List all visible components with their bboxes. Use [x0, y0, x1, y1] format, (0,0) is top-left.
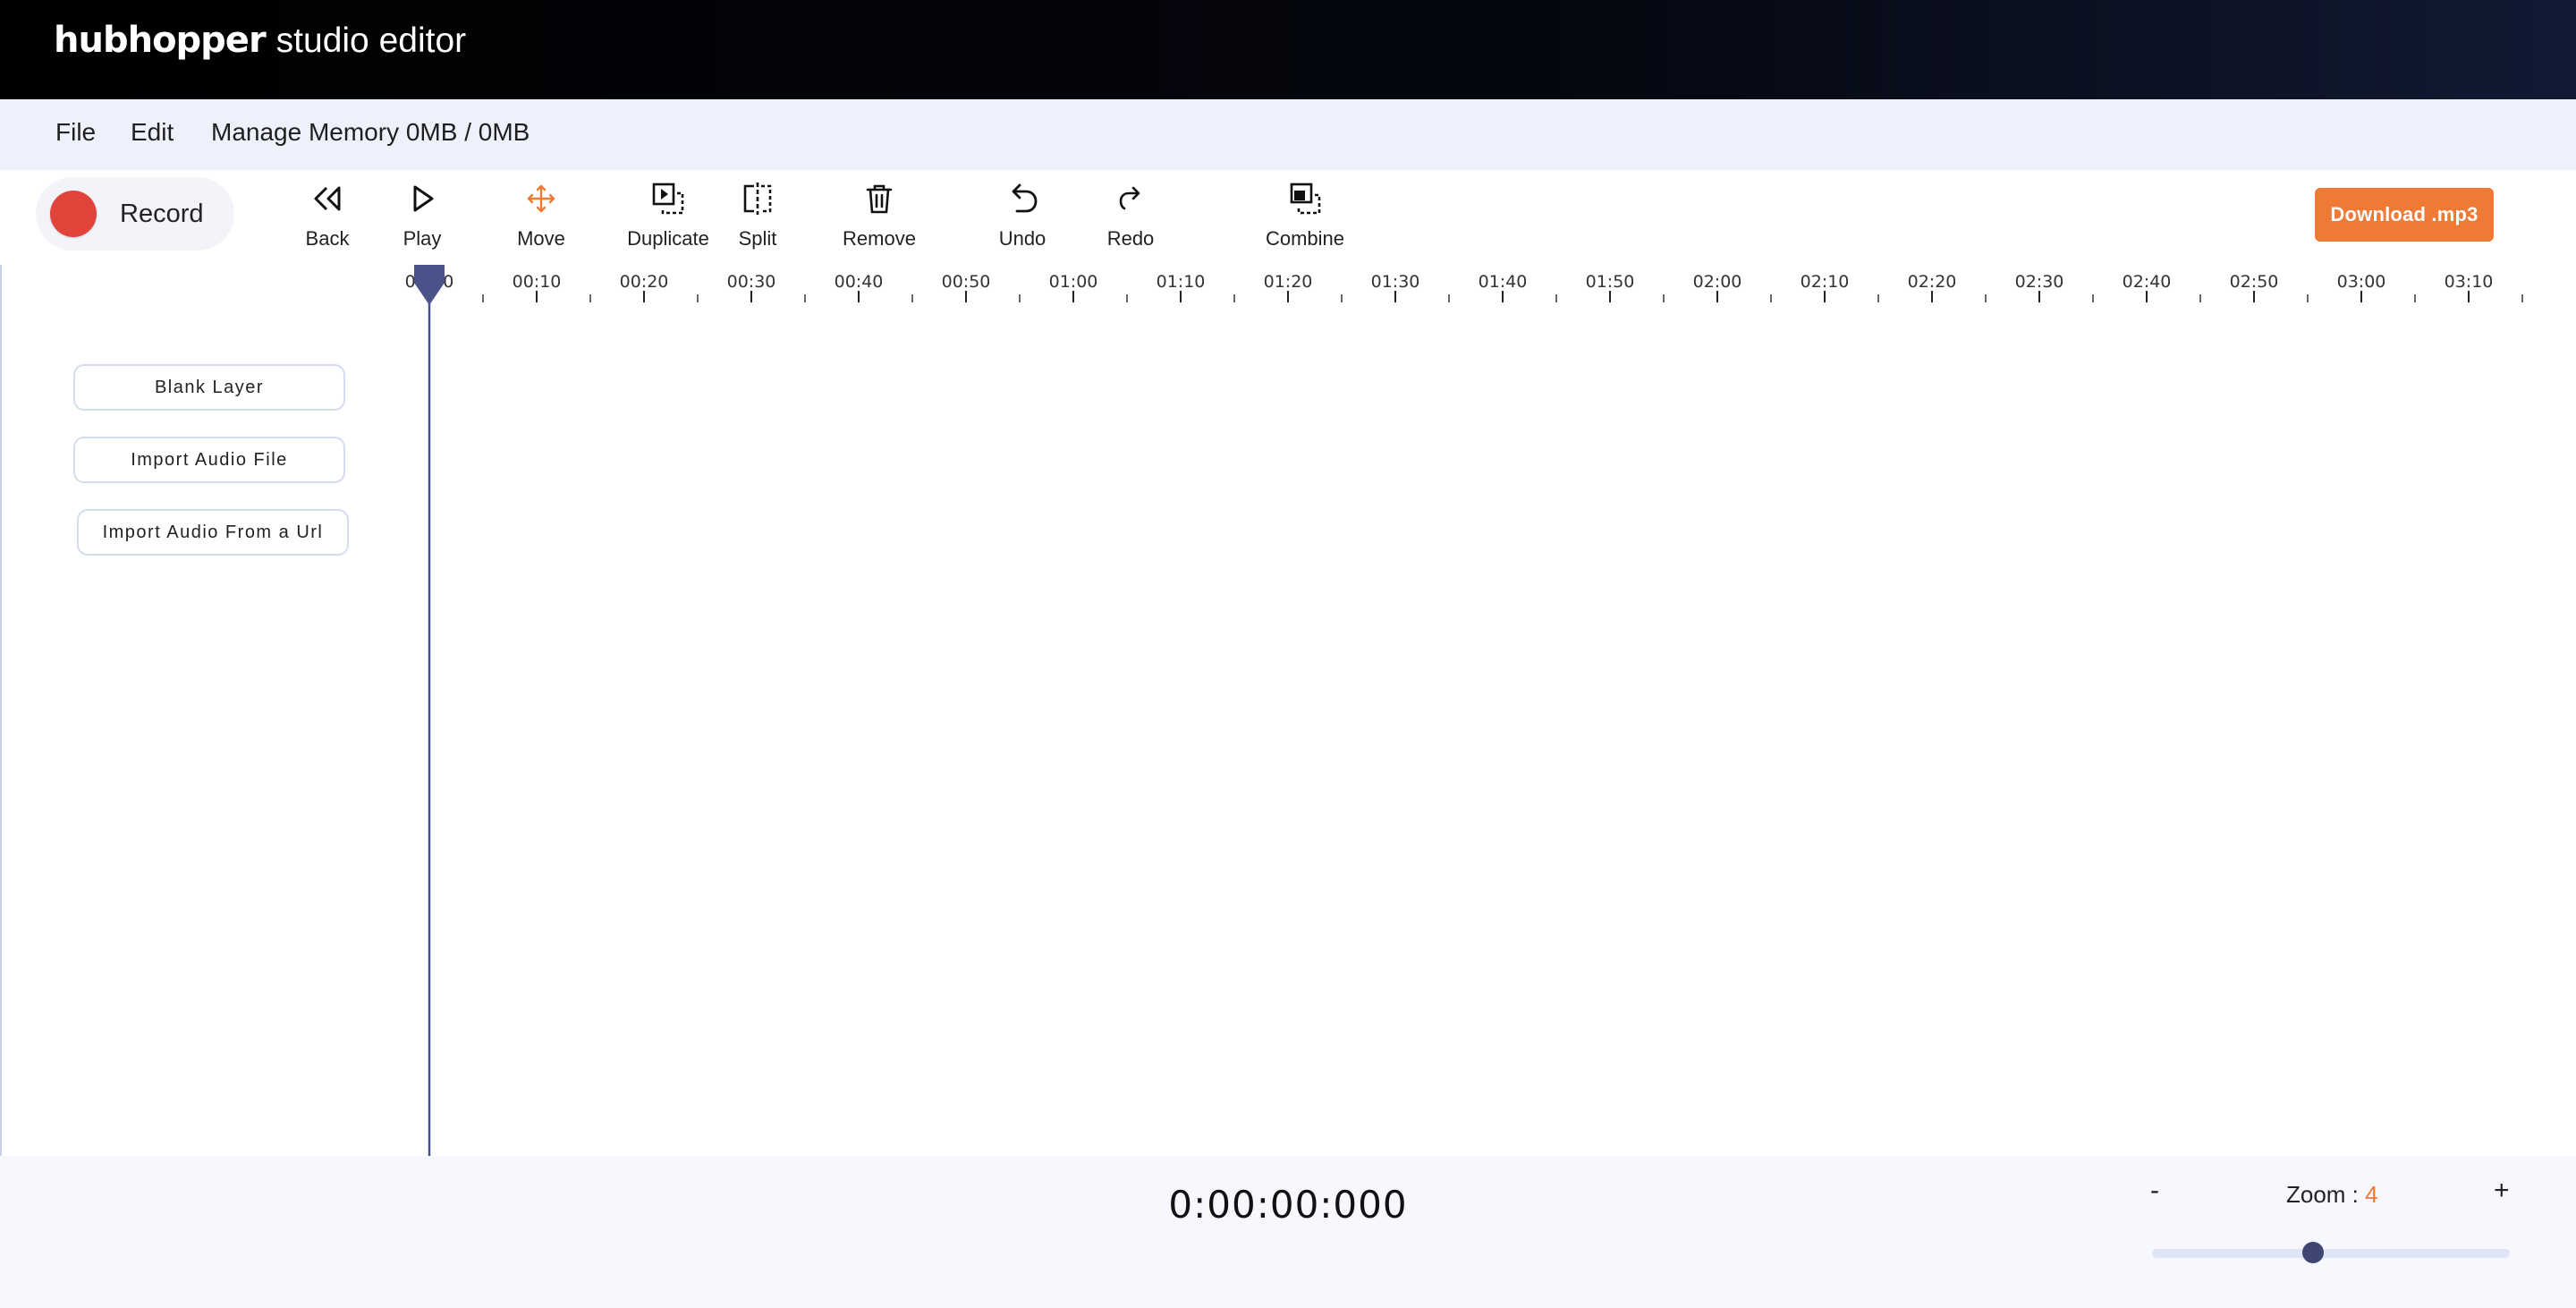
ruler-tick-label: 02:00 — [1693, 272, 1742, 292]
timeline: 00:0000:1000:2000:3000:4000:5001:0001:10… — [405, 265, 2523, 1156]
zoom-in-button[interactable]: + — [2494, 1176, 2510, 1206]
combine-label: Combine — [1265, 227, 1345, 250]
ruler-tick-label: 01:20 — [1264, 272, 1313, 292]
combine-button[interactable]: Combine — [1263, 179, 1347, 251]
workspace-left-border — [0, 265, 2, 1156]
download-mp3-button[interactable]: Download .mp3 — [2315, 188, 2494, 242]
menu-file[interactable]: File — [55, 116, 96, 149]
redo-button[interactable]: Redo — [1104, 179, 1157, 251]
ruler-tick-label: 00:50 — [942, 272, 991, 292]
move-icon — [527, 184, 555, 213]
zoom-value: 4 — [2365, 1181, 2378, 1208]
zoom-slider-thumb[interactable] — [2302, 1242, 2324, 1263]
combine-icon — [1290, 183, 1321, 215]
play-label: Play — [402, 227, 442, 250]
move-button[interactable]: Move — [512, 179, 571, 251]
move-label: Move — [517, 227, 565, 250]
ruler-tick-label: 00:40 — [835, 272, 884, 292]
split-label: Split — [738, 227, 777, 250]
duplicate-icon — [652, 183, 684, 215]
ruler-tick-label: 02:50 — [2230, 272, 2279, 292]
zoom-out-button[interactable]: - — [2150, 1176, 2159, 1206]
record-dot-icon — [50, 191, 97, 237]
ruler-tick-label: 01:40 — [1479, 272, 1528, 292]
playhead-handle[interactable] — [414, 265, 445, 305]
import-audio-url-button[interactable]: Import Audio From a Url — [77, 509, 349, 556]
rewind-icon — [314, 186, 341, 211]
brand-suffix: studio editor — [275, 21, 467, 60]
ruler-tick-label: 01:10 — [1157, 272, 1206, 292]
undo-label: Undo — [998, 227, 1046, 250]
record-label: Record — [120, 199, 204, 228]
blank-layer-button[interactable]: Blank Layer — [73, 364, 345, 411]
ruler-tick-label: 00:30 — [727, 272, 776, 292]
menu-edit[interactable]: Edit — [131, 116, 174, 149]
ruler-tick-label: 00:20 — [620, 272, 669, 292]
brand-name: hubhopper — [54, 20, 267, 61]
trash-icon — [866, 184, 893, 214]
zoom-label: Zoom : 4 — [2286, 1181, 2378, 1209]
undo-button[interactable]: Undo — [995, 179, 1050, 251]
import-audio-file-button[interactable]: Import Audio File — [73, 437, 345, 483]
redo-icon — [1119, 186, 1140, 210]
ruler-tick-label: 03:00 — [2337, 272, 2386, 292]
play-icon — [413, 185, 434, 212]
zoom-label-text: Zoom : — [2286, 1181, 2366, 1208]
menu-bar: File Edit Manage Memory 0MB / 0MB — [0, 99, 2576, 171]
ruler-tick-label: 03:10 — [2445, 272, 2494, 292]
brand-logo: hubhopper studio editor — [54, 20, 466, 73]
remove-button[interactable]: Remove — [841, 179, 918, 251]
play-button[interactable]: Play — [395, 179, 449, 251]
redo-label: Redo — [1106, 227, 1155, 250]
back-label: Back — [305, 227, 350, 250]
ruler-tick-label: 02:10 — [1801, 272, 1850, 292]
ruler-tick-label: 01:00 — [1049, 272, 1098, 292]
ruler-tick-label: 01:30 — [1371, 272, 1420, 292]
timecode-display: 0:00:00:000 — [1168, 1183, 1408, 1227]
remove-label: Remove — [843, 227, 916, 250]
split-button[interactable]: Split — [735, 179, 780, 251]
ruler-tick-label: 00:10 — [513, 272, 562, 292]
toolbar: Record Back Play Move Duplicate Split Re… — [0, 170, 2576, 265]
split-icon — [743, 183, 772, 215]
playback-bar: 0:00:00:000 - Zoom : 4 + — [0, 1156, 2576, 1308]
record-button[interactable]: Record — [36, 177, 234, 251]
ruler-tick-label: 02:20 — [1908, 272, 1957, 292]
duplicate-button[interactable]: Duplicate — [623, 179, 714, 251]
menu-manage-memory[interactable]: Manage Memory 0MB / 0MB — [211, 116, 530, 149]
ruler-tick-label: 02:40 — [2123, 272, 2172, 292]
app-header: hubhopper studio editor — [0, 0, 2576, 99]
workspace: 00:0000:1000:2000:3000:4000:5001:0001:10… — [0, 265, 2576, 1156]
zoom-slider-track[interactable] — [2152, 1249, 2510, 1258]
back-button[interactable]: Back — [297, 179, 358, 251]
duplicate-label: Duplicate — [627, 227, 709, 250]
undo-icon — [1012, 183, 1038, 213]
ruler-tick-label: 01:50 — [1586, 272, 1635, 292]
ruler-tick-label: 02:30 — [2015, 272, 2064, 292]
